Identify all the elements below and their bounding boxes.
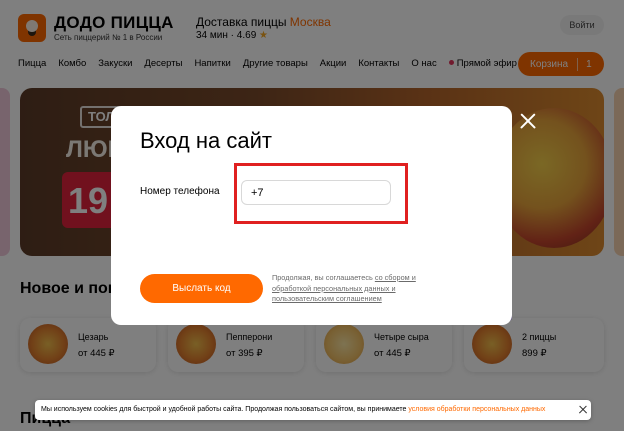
login-modal: Вход на сайт Номер телефона Выслать код … xyxy=(111,106,512,325)
agreement-prefix: Продолжая, вы соглашаетесь xyxy=(272,273,373,282)
highlight-box xyxy=(234,163,408,224)
agreement-text: Продолжая, вы соглашаетесь со сбором и о… xyxy=(272,273,432,305)
cookie-policy-link[interactable]: условия обработки персональных данных xyxy=(408,406,545,413)
modal-title: Вход на сайт xyxy=(140,128,272,153)
cookie-close-icon[interactable] xyxy=(578,405,588,415)
cookie-banner: Мы используем cookies для быстрой и удоб… xyxy=(35,400,591,420)
close-icon[interactable] xyxy=(517,110,539,132)
cookie-text: Мы используем cookies для быстрой и удоб… xyxy=(41,406,407,413)
send-code-button[interactable]: Выслать код xyxy=(140,274,263,303)
phone-label: Номер телефона xyxy=(140,186,220,197)
